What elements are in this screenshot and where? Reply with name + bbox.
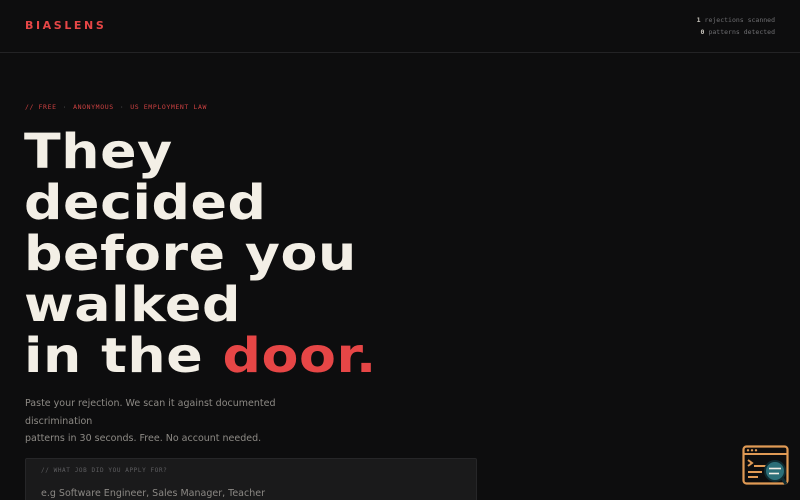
headline-line-5-prefix: in the (24, 328, 223, 384)
stat-rejections-label: rejections scanned (704, 16, 775, 24)
headline-line-4: walked (24, 277, 241, 333)
eyebrow-separator: · (119, 103, 125, 111)
headline-line-2: decided (24, 175, 267, 231)
job-form-card: // WHAT JOB DID YOU APPLY FOR? (25, 458, 477, 500)
hero-headline: They decided before you walked in the do… (24, 127, 377, 382)
eyebrow-law: US EMPLOYMENT LAW (130, 103, 207, 111)
stat-rejections-value: 1 (696, 16, 701, 24)
scan-widget-button[interactable] (742, 445, 790, 487)
stat-rejections: 1 rejections scanned (697, 14, 775, 26)
stat-patterns: 0 patterns detected (697, 26, 775, 38)
eyebrow-free: // FREE (25, 103, 57, 111)
hero-subtext: Paste your rejection. We scan it against… (25, 395, 345, 448)
stat-patterns-label: patterns detected (708, 28, 775, 36)
headline-accent-word: door. (222, 328, 377, 384)
headline-line-5: in the door. (24, 331, 377, 382)
job-field-label: // WHAT JOB DID YOU APPLY FOR? (41, 467, 168, 474)
headline-line-3: before you (24, 226, 357, 282)
subtext-line-1: Paste your rejection. We scan it against… (25, 398, 276, 427)
logo[interactable]: BIASLENS (25, 19, 106, 32)
headline-line-1: They (24, 124, 173, 180)
top-bar: BIASLENS 1 rejections scanned 0 patterns d… (0, 0, 800, 53)
eyebrow-anonymous: ANONYMOUS (73, 103, 114, 111)
job-title-input[interactable] (41, 485, 461, 500)
subtext-line-2: patterns in 30 seconds. Free. No account… (25, 433, 262, 444)
stat-patterns-value: 0 (700, 28, 705, 36)
eyebrow-tagline: // FREE · ANONYMOUS · US EMPLOYMENT LAW (25, 103, 207, 111)
eyebrow-separator: · (62, 103, 68, 111)
terminal-search-icon (742, 445, 789, 485)
stats-panel: 1 rejections scanned 0 patterns detected (697, 14, 775, 38)
page: BIASLENS 1 rejections scanned 0 patterns d… (0, 0, 800, 500)
